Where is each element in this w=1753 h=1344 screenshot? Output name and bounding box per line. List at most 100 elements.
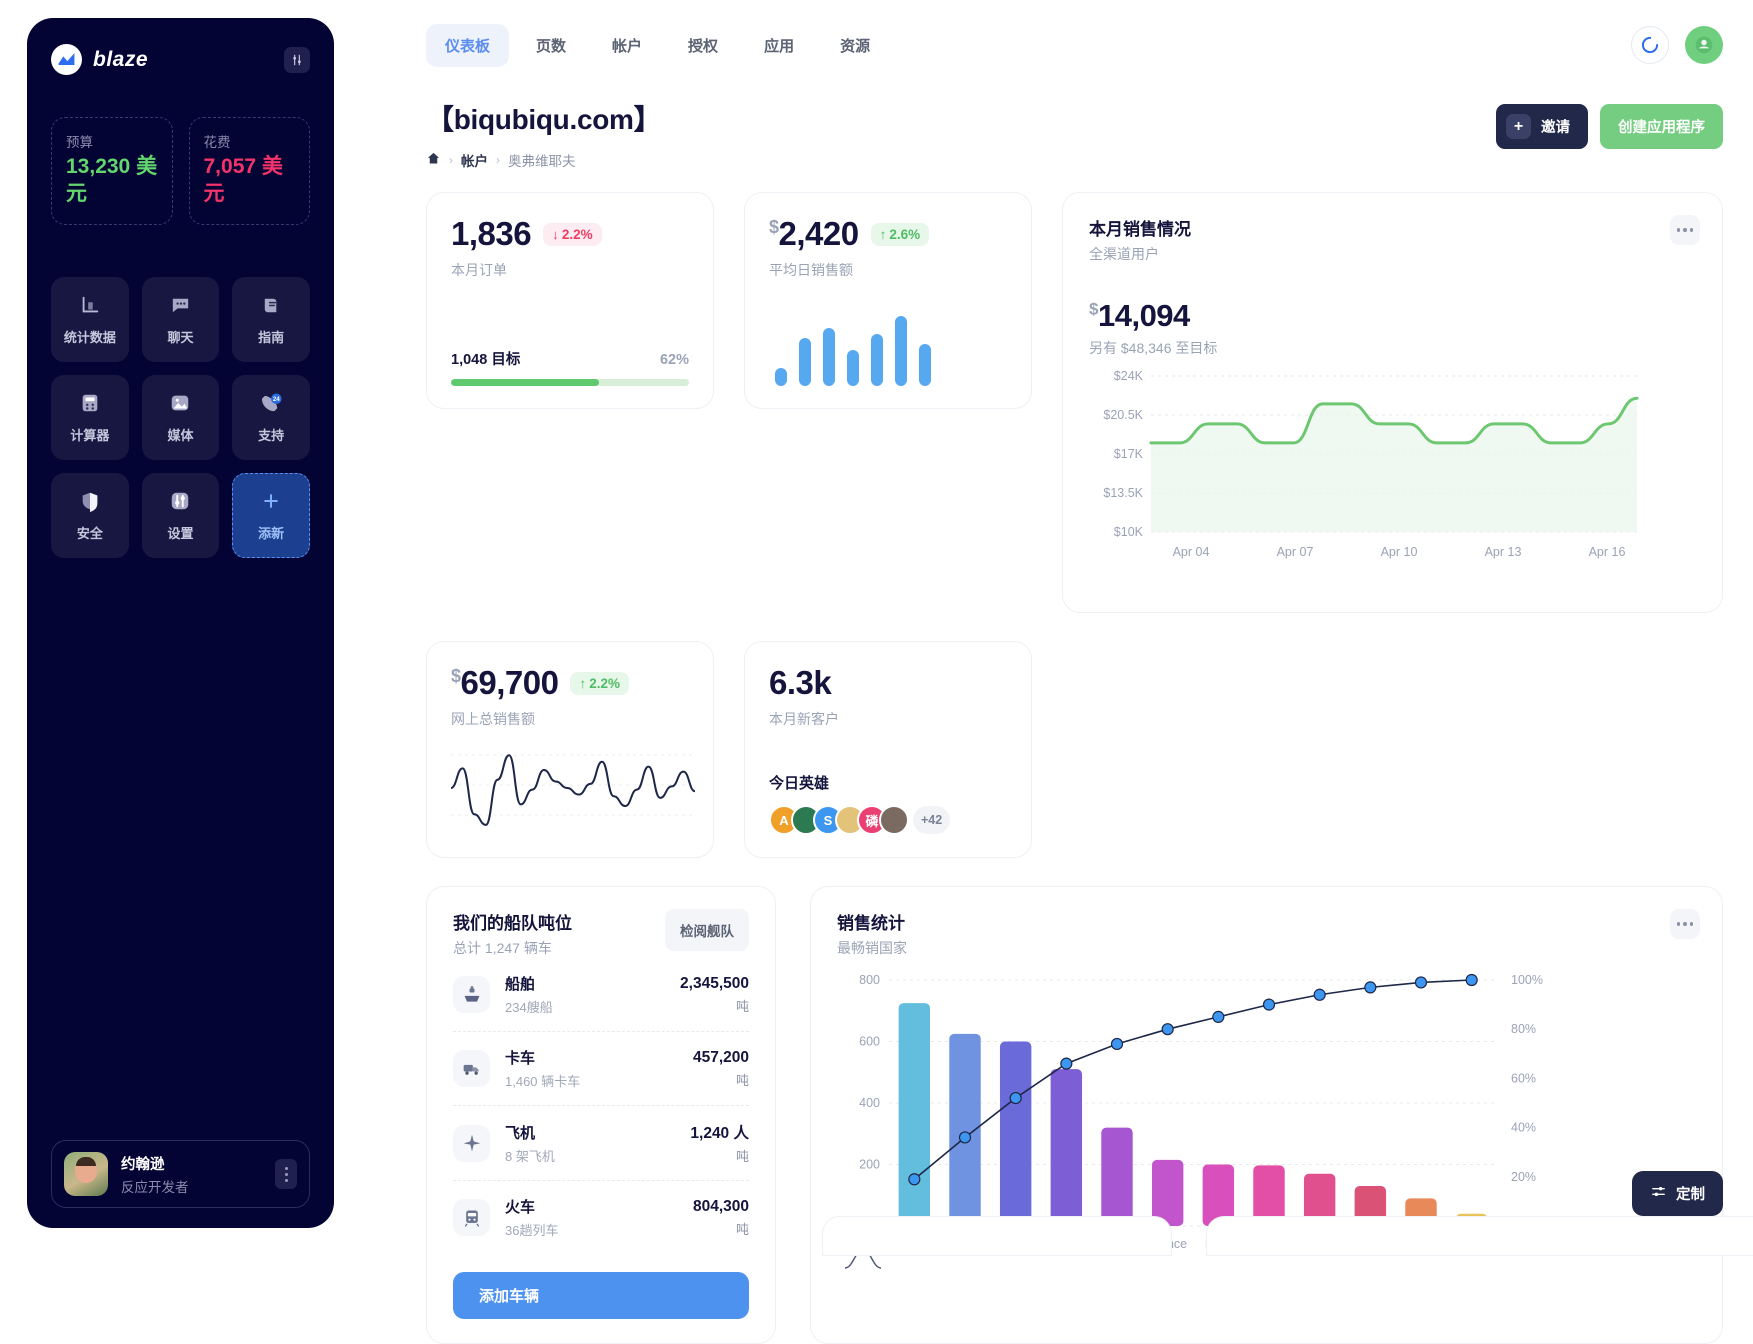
orders-value: 1,836	[451, 215, 532, 252]
orders-goal-label: 1,048 目标	[451, 352, 521, 368]
svg-text:800: 800	[859, 973, 880, 987]
sales-stats-subtitle: 最畅销国家	[837, 940, 907, 956]
total-sales-number: 69,700	[460, 664, 559, 701]
monthly-sales-area-chart: $24K $20.5K $17K $13.5K $10K Apr 04 Apr 07 Apr …	[1103, 369, 1639, 559]
fleet-row-sub: 36趟列车	[505, 1223, 559, 1238]
svg-text:80%: 80%	[1511, 1022, 1536, 1036]
shield-icon	[77, 488, 103, 514]
fleet-subtitle: 总计 1,247 辆车	[453, 940, 552, 956]
breadcrumb-item-account[interactable]: 帐户	[461, 150, 488, 170]
pareto-point	[1009, 1091, 1022, 1105]
hero-avatar[interactable]	[879, 805, 909, 835]
plus-icon	[258, 488, 284, 514]
user-profile-card[interactable]: 约翰逊 反应开发者	[51, 1140, 310, 1208]
monthly-sales-more-icon[interactable]	[1670, 215, 1700, 245]
sidebar-item-add-new[interactable]: 添新	[232, 472, 310, 558]
tab-pages[interactable]: 页数	[517, 24, 585, 67]
tab-dashboard[interactable]: 仪表板	[426, 23, 510, 67]
arrow-up-icon: ↑	[879, 226, 887, 242]
tab-bar: 仪表板 页数 帐户 授权 应用 资源	[426, 23, 889, 67]
pareto-point	[1262, 998, 1276, 1011]
fleet-row-value-block: 457,200 吨	[693, 1049, 749, 1089]
fleet-row[interactable]: 火车 36趟列车 804,300 吨	[453, 1181, 749, 1254]
sliders-icon	[167, 488, 193, 514]
heroes-more-count[interactable]: +42	[913, 806, 951, 834]
svg-text:Apr 13: Apr 13	[1485, 545, 1522, 559]
sidebar-item-guide[interactable]: 指南	[232, 276, 310, 362]
minibar	[919, 344, 931, 386]
orders-delta-value: 2.2%	[561, 226, 593, 242]
profile-role: 反应开发者	[121, 1179, 189, 1195]
fleet-row-name: 卡车	[505, 1050, 536, 1067]
svg-text:24: 24	[272, 396, 279, 403]
svg-text:$17K: $17K	[1114, 447, 1144, 461]
currency-symbol: $	[451, 666, 461, 686]
inspect-fleet-button[interactable]: 检阅舰队	[665, 909, 749, 951]
orders-delta-badge: ↓ 2.2%	[543, 222, 602, 246]
sidebar-item-calculator[interactable]: 计算器	[51, 374, 129, 460]
budget-card[interactable]: 预算 13,230 美元	[51, 117, 173, 225]
profile-more-icon[interactable]	[275, 1159, 297, 1189]
create-app-button[interactable]: 创建应用程序	[1600, 104, 1723, 149]
fleet-header: 我们的船队吨位 总计 1,247 辆车 检阅舰队	[453, 909, 749, 958]
fleet-row-unit: 吨	[735, 1221, 749, 1237]
fleet-row-text: 船舶 234艘船	[505, 973, 553, 1016]
ship-icon	[453, 976, 490, 1013]
brand[interactable]: blaze	[51, 44, 148, 75]
breadcrumb-home-icon[interactable]	[426, 151, 441, 169]
breadcrumb-item-overview[interactable]: 奥弗维耶夫	[508, 150, 576, 170]
orders-progress-bar	[451, 379, 689, 386]
fleet-row-unit: 吨	[735, 998, 749, 1014]
svg-text:$24K: $24K	[1114, 369, 1144, 383]
fleet-row-unit: 吨	[735, 1072, 749, 1088]
spent-card[interactable]: 花费 7,057 美元	[188, 117, 310, 225]
stats-card-next	[1206, 1216, 1753, 1256]
avatar	[64, 1152, 108, 1196]
invite-button[interactable]: + 邀请	[1496, 104, 1588, 149]
sidebar-item-media[interactable]: 媒体	[141, 374, 220, 460]
sidebar-item-label: 安全	[76, 526, 103, 542]
sidebar-item-statistics[interactable]: 统计数据	[51, 276, 129, 362]
sales-statistics-card: 销售统计 最畅销国家 02004006008000%20%40%60%80%10…	[810, 886, 1723, 1344]
sidebar-header: blaze	[51, 44, 310, 75]
sidebar-item-label: 统计数据	[63, 330, 116, 346]
customize-button[interactable]: 定制	[1632, 1171, 1723, 1216]
add-vehicle-button[interactable]: 添加车辆	[453, 1272, 749, 1319]
sidebar-settings-icon[interactable]	[284, 46, 310, 73]
bottom-row: 我们的船队吨位 总计 1,247 辆车 检阅舰队 船舶 234艘船 2,345,50…	[426, 886, 1723, 1344]
tab-apps[interactable]: 应用	[745, 24, 813, 67]
avg-delta-badge: ↑ 2.6%	[870, 222, 930, 246]
fleet-row[interactable]: 卡车 1,460 辆卡车 457,200 吨	[453, 1032, 749, 1106]
sidebar-item-label: 指南	[258, 330, 285, 346]
sidebar-item-security[interactable]: 安全	[51, 472, 129, 558]
loading-spinner-icon[interactable]	[1631, 26, 1669, 64]
total-sales-kpi-card: $69,700 ↑ 2.2% 网上总销售额	[426, 641, 714, 858]
tab-resources[interactable]: 资源	[821, 24, 889, 67]
fleet-title: 我们的船队吨位	[453, 914, 572, 933]
heroes-avatar-group[interactable]: A S 磷 +42	[769, 805, 1007, 835]
page-header-text: 【biqubiqu.com】 › 帐户 › 奥弗维耶夫	[426, 98, 662, 170]
pareto-point	[1060, 1057, 1073, 1070]
sidebar-item-settings[interactable]: 设置	[141, 472, 220, 558]
avg-value-number: 2,420	[778, 215, 860, 252]
pareto-bar	[898, 1003, 931, 1226]
plane-icon	[453, 1124, 490, 1162]
fleet-row-text: 火车 36趟列车	[505, 1196, 558, 1239]
fleet-row[interactable]: 飞机 8 架飞机 1,240 人吨	[453, 1106, 749, 1181]
notifications-avatar-icon[interactable]	[1685, 26, 1723, 64]
sidebar-item-label: 聊天	[167, 330, 194, 346]
total-delta-badge: ↑ 2.2%	[570, 671, 629, 695]
main-content: 仪表板 页数 帐户 授权 应用 资源 【biqubiqu.com】 › 帐户 ›…	[346, 0, 1753, 1344]
sidebar-item-support[interactable]: 24 支持	[232, 374, 310, 460]
budget-label: 预算	[66, 135, 93, 150]
minibar	[895, 316, 907, 386]
customers-value: 6.3k	[769, 664, 832, 701]
sales-stats-more-icon[interactable]	[1670, 909, 1700, 939]
sidebar-item-chat[interactable]: 聊天	[141, 276, 220, 362]
fleet-row[interactable]: 船舶 234艘船 2,345,500 吨	[453, 958, 749, 1032]
tab-accounts[interactable]: 帐户	[593, 24, 661, 67]
fleet-row-text: 飞机 8 架飞机	[505, 1122, 555, 1165]
pareto-point	[1110, 1037, 1124, 1051]
tab-authorization[interactable]: 授权	[669, 24, 737, 67]
svg-text:Apr 04: Apr 04	[1173, 545, 1210, 559]
